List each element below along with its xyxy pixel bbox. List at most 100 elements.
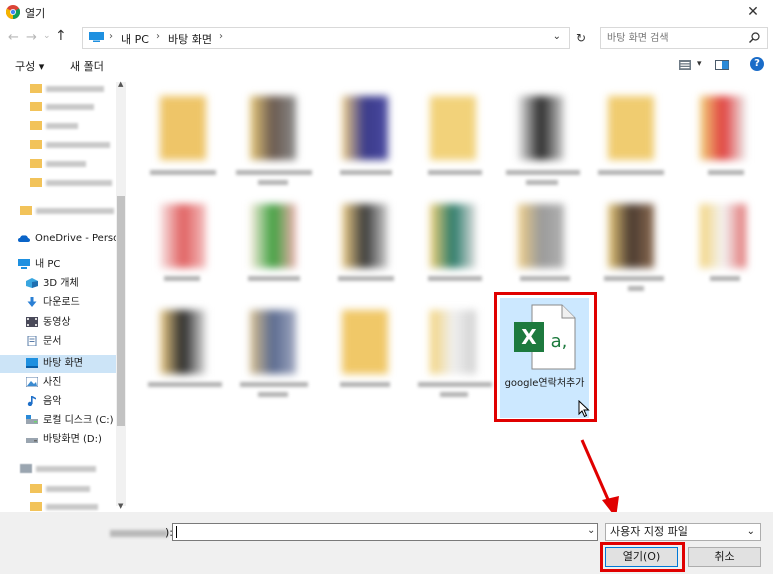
file-tile[interactable] (700, 96, 746, 160)
documents-icon (27, 336, 37, 346)
redacted-label (46, 504, 98, 510)
redacted-label (598, 170, 664, 175)
redacted-label (418, 382, 492, 387)
redacted-label (46, 180, 112, 186)
file-tile[interactable] (342, 310, 388, 374)
nav-item-local-disk-c[interactable]: 로컬 디스크 (C:) (26, 412, 114, 430)
breadcrumb-desktop[interactable]: 바탕 화면 (168, 31, 212, 47)
folder-icon (20, 206, 32, 215)
nav-item-videos[interactable]: 동영상 (26, 314, 71, 332)
file-tile[interactable] (250, 204, 296, 268)
file-tile[interactable] (700, 204, 746, 268)
file-type-select[interactable]: 사용자 지정 파일 ⌄ (605, 523, 761, 541)
file-tile[interactable] (342, 96, 388, 160)
nav-item-label: 내 PC (35, 259, 61, 270)
file-tile[interactable] (608, 204, 654, 268)
address-dropdown-icon[interactable]: ⌄ (553, 31, 561, 42)
redacted-label (240, 382, 308, 387)
file-tile[interactable] (430, 310, 476, 374)
window-title: 열기 (25, 7, 46, 20)
nav-item-label: 바탕 화면 (43, 358, 83, 369)
view-dropdown-icon[interactable]: ▾ (697, 59, 702, 69)
nav-item-3d-objects[interactable]: 3D 개체 (26, 275, 79, 293)
nav-item-documents[interactable]: 문서 (26, 333, 61, 351)
nav-item-this-pc[interactable]: 내 PC (18, 256, 60, 274)
3d-objects-icon (26, 278, 38, 288)
scroll-up-icon[interactable]: ▲ (118, 80, 123, 88)
redacted-label (628, 286, 644, 291)
file-tile[interactable] (430, 96, 476, 160)
file-tile[interactable] (518, 96, 564, 160)
file-tile[interactable] (608, 96, 654, 160)
local-disk-icon (26, 415, 38, 424)
redacted-label (150, 170, 216, 175)
redacted-label (46, 142, 110, 148)
nav-scrollbar-thumb[interactable] (117, 196, 125, 426)
search-box[interactable] (600, 27, 768, 49)
filename-history-dropdown-icon[interactable]: ⌄ (587, 525, 595, 536)
downloads-icon (27, 297, 37, 307)
nav-item-label: 동영상 (43, 317, 71, 328)
file-type-value: 사용자 지정 파일 (610, 525, 688, 538)
file-tile[interactable] (250, 310, 296, 374)
nav-item-downloads[interactable]: 다운로드 (26, 294, 80, 312)
chevron-down-icon: ⌄ (746, 526, 755, 537)
redacted-label (36, 466, 96, 472)
nav-item-pictures[interactable]: 사진 (26, 374, 61, 392)
redacted-label (164, 276, 200, 281)
redacted-label (46, 123, 78, 129)
redacted-label (340, 382, 390, 387)
search-icon[interactable] (749, 32, 760, 43)
nav-item-desktop[interactable]: 바탕 화면 (26, 355, 83, 373)
nav-item-label: 사진 (43, 377, 62, 388)
cancel-button[interactable]: 취소 (688, 547, 761, 567)
breadcrumb-this-pc[interactable]: 내 PC (121, 31, 149, 47)
redacted-label (428, 170, 482, 175)
redacted-label (46, 86, 104, 92)
nav-item-drive-d[interactable]: 바탕화면 (D:) (26, 431, 102, 449)
file-tile[interactable] (160, 310, 206, 374)
nav-item-label: 음악 (43, 396, 62, 407)
redacted-label (338, 276, 394, 281)
up-arrow-icon[interactable]: ↑ (55, 28, 67, 44)
redacted-label (258, 180, 288, 185)
filename-input[interactable] (172, 523, 598, 541)
redacted-label (46, 104, 94, 110)
address-bar[interactable]: › 내 PC › 바탕 화면 › ⌄ (82, 27, 570, 49)
filename-label (110, 530, 168, 537)
music-icon (27, 396, 36, 406)
file-tile[interactable] (342, 204, 388, 268)
new-folder-button[interactable]: 새 폴더 (70, 58, 104, 74)
annotation-arrow-icon (580, 439, 619, 518)
pictures-icon (26, 377, 38, 387)
nav-item-label: 바탕화면 (D:) (43, 434, 102, 445)
folder-icon (30, 140, 42, 149)
nav-item-label: 로컬 디스크 (C:) (43, 415, 114, 426)
search-input[interactable] (607, 30, 747, 46)
nav-item-onedrive[interactable]: OneDrive - Person (18, 230, 126, 248)
close-button[interactable]: ✕ (733, 0, 773, 24)
file-tile[interactable] (518, 204, 564, 268)
forward-arrow-icon[interactable]: → (26, 30, 37, 45)
file-tile[interactable] (430, 204, 476, 268)
redacted-label (340, 170, 392, 175)
scroll-down-icon[interactable]: ▼ (118, 502, 123, 510)
file-tile[interactable] (250, 96, 296, 160)
nav-item-label: 다운로드 (43, 297, 80, 308)
file-tile[interactable] (160, 96, 206, 160)
folder-icon (30, 484, 42, 493)
recent-locations-icon[interactable]: ⌄ (43, 31, 51, 41)
organize-button[interactable]: 구성 ▾ (15, 58, 44, 74)
redacted-label (428, 276, 482, 281)
view-options-icon[interactable] (679, 60, 691, 70)
refresh-icon[interactable]: ↻ (570, 27, 592, 49)
network-icon (20, 464, 32, 473)
back-arrow-icon[interactable]: ← (8, 30, 19, 45)
drive-icon (26, 438, 38, 443)
preview-pane-icon[interactable] (715, 60, 729, 70)
cloud-icon (18, 235, 30, 242)
chrome-icon (6, 5, 20, 19)
nav-item-music[interactable]: 음악 (26, 393, 61, 411)
help-icon[interactable]: ? (750, 57, 764, 71)
file-tile[interactable] (160, 204, 206, 268)
